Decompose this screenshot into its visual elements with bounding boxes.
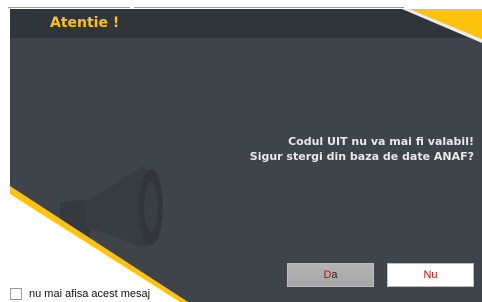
top-divider — [8, 7, 130, 8]
da-button[interactable]: Da — [287, 263, 374, 287]
dont-show-again-row[interactable]: nu mai afisa acest mesaj — [10, 287, 150, 301]
message-line-2: Sigur stergi din baza de date ANAF? — [249, 150, 474, 163]
top-strip — [0, 0, 482, 9]
da-button-label: a — [331, 269, 338, 281]
alert-dialog: Atentie ! Codul UIT nu va mai fi valabil… — [10, 9, 482, 302]
message-line-1: Codul UIT nu va mai fi valabil! — [288, 135, 474, 148]
dont-show-again-label: nu mai afisa acest mesaj — [29, 288, 151, 300]
dont-show-again-checkbox[interactable] — [10, 288, 22, 300]
top-divider — [134, 7, 404, 8]
dialog-message: Codul UIT nu va mai fi valabil! Sigur st… — [250, 134, 474, 164]
nu-button[interactable]: Nu — [387, 263, 474, 287]
